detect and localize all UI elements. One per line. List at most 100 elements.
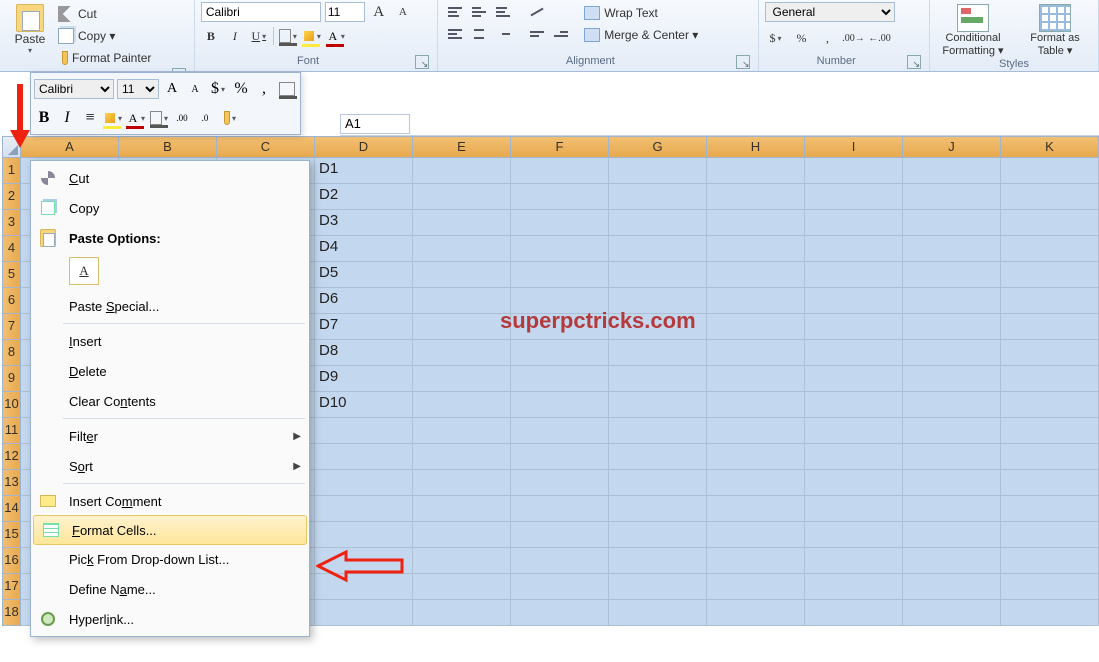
cell[interactable] <box>1001 288 1099 314</box>
cell[interactable] <box>1001 444 1099 470</box>
name-box[interactable] <box>340 114 410 134</box>
cell[interactable] <box>413 574 511 600</box>
cell[interactable] <box>315 522 413 548</box>
cell[interactable] <box>413 600 511 626</box>
mini-fill[interactable] <box>103 108 123 128</box>
font-color-button[interactable] <box>326 26 346 46</box>
col-header[interactable]: E <box>413 136 511 158</box>
cell[interactable] <box>805 392 903 418</box>
row-header[interactable]: 11 <box>2 418 21 444</box>
cell[interactable] <box>903 470 1001 496</box>
mini-bold[interactable]: B <box>34 108 54 128</box>
border-button[interactable] <box>278 26 298 46</box>
cell[interactable] <box>805 470 903 496</box>
cell[interactable] <box>903 600 1001 626</box>
cell[interactable] <box>805 236 903 262</box>
font-dialog-launcher[interactable] <box>415 55 429 69</box>
cell[interactable] <box>707 392 805 418</box>
cell[interactable] <box>413 158 511 184</box>
row-header[interactable]: 13 <box>2 470 21 496</box>
row-header[interactable]: 3 <box>2 210 21 236</box>
cell[interactable] <box>413 184 511 210</box>
mini-format-painter[interactable] <box>218 108 238 128</box>
align-right-button[interactable] <box>492 24 514 44</box>
cell[interactable] <box>511 184 609 210</box>
cell[interactable] <box>609 366 707 392</box>
row-header[interactable]: 1 <box>2 158 21 184</box>
cell[interactable] <box>707 600 805 626</box>
cell[interactable] <box>707 522 805 548</box>
cell[interactable] <box>1001 600 1099 626</box>
cell[interactable] <box>511 600 609 626</box>
cell[interactable] <box>707 158 805 184</box>
cell[interactable] <box>413 210 511 236</box>
cell[interactable] <box>511 496 609 522</box>
cell[interactable] <box>511 236 609 262</box>
cell[interactable] <box>805 340 903 366</box>
cell[interactable] <box>805 262 903 288</box>
cell[interactable] <box>707 366 805 392</box>
cell[interactable] <box>511 392 609 418</box>
cell[interactable] <box>413 262 511 288</box>
cell[interactable] <box>413 522 511 548</box>
cell[interactable] <box>707 314 805 340</box>
row-header[interactable]: 4 <box>2 236 21 262</box>
grow-font-button[interactable]: A <box>369 2 389 22</box>
ctx-insert[interactable]: Insert <box>31 326 309 356</box>
cell[interactable] <box>315 470 413 496</box>
mini-italic[interactable]: I <box>57 108 77 128</box>
cell[interactable] <box>609 574 707 600</box>
cell[interactable] <box>413 236 511 262</box>
row-header[interactable]: 10 <box>2 392 21 418</box>
cell[interactable] <box>707 444 805 470</box>
font-size-combo[interactable] <box>325 2 365 22</box>
row-header[interactable]: 12 <box>2 444 21 470</box>
cell[interactable] <box>1001 548 1099 574</box>
cell[interactable] <box>609 262 707 288</box>
cell[interactable] <box>707 288 805 314</box>
col-header[interactable]: I <box>805 136 903 158</box>
cell[interactable] <box>511 444 609 470</box>
align-center-button[interactable] <box>468 24 490 44</box>
col-header[interactable]: D <box>315 136 413 158</box>
col-header[interactable]: G <box>609 136 707 158</box>
cell[interactable] <box>903 340 1001 366</box>
cell[interactable] <box>1001 236 1099 262</box>
cell[interactable] <box>805 418 903 444</box>
cell[interactable] <box>413 444 511 470</box>
number-format-combo[interactable]: General <box>765 2 895 22</box>
ctx-sort[interactable]: Sort▶ <box>31 451 309 481</box>
mini-grow-font[interactable]: A <box>162 79 182 99</box>
ctx-hyperlink[interactable]: Hyperlink... <box>31 604 309 634</box>
paste-option-keep-formatting[interactable]: A <box>69 257 99 285</box>
format-painter-button[interactable]: Format Painter <box>58 48 151 68</box>
cell[interactable] <box>1001 262 1099 288</box>
cell[interactable] <box>903 418 1001 444</box>
cell[interactable] <box>413 288 511 314</box>
cell[interactable] <box>511 574 609 600</box>
row-header[interactable]: 17 <box>2 574 21 600</box>
cell[interactable]: D4 <box>315 236 413 262</box>
cell[interactable]: D8 <box>315 340 413 366</box>
cell[interactable] <box>805 522 903 548</box>
ctx-define-name[interactable]: Define Name... <box>31 574 309 604</box>
copy-button[interactable]: Copy ▾ <box>58 26 151 46</box>
cell[interactable] <box>707 184 805 210</box>
mini-border2[interactable] <box>149 108 169 128</box>
cell[interactable] <box>413 340 511 366</box>
increase-decimal-button[interactable]: .00→ <box>843 28 863 48</box>
wrap-text-button[interactable]: Wrap Text <box>584 2 698 24</box>
number-dialog-launcher[interactable] <box>907 55 921 69</box>
row-header[interactable]: 5 <box>2 262 21 288</box>
cell[interactable] <box>511 210 609 236</box>
align-left-button[interactable] <box>444 24 466 44</box>
decrease-decimal-button[interactable]: ←.00 <box>869 28 889 48</box>
cell[interactable] <box>413 314 511 340</box>
cell[interactable] <box>609 444 707 470</box>
cell[interactable] <box>805 288 903 314</box>
underline-button[interactable]: U <box>249 26 269 46</box>
cell[interactable] <box>903 522 1001 548</box>
cell[interactable] <box>1001 496 1099 522</box>
cell[interactable] <box>511 548 609 574</box>
align-middle-button[interactable] <box>468 2 490 22</box>
